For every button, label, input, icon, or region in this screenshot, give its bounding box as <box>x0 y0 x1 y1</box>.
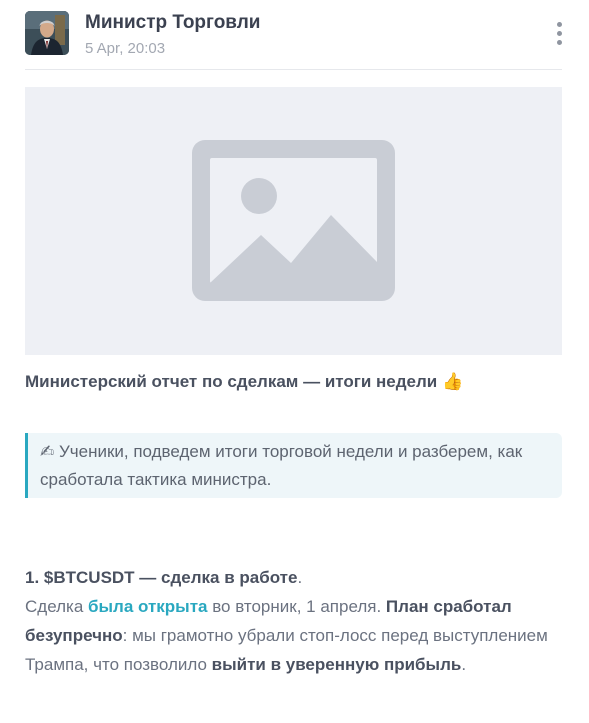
post-title-text: Министерский отчет по сделкам — итоги не… <box>25 372 438 391</box>
section-heading-end: . <box>297 568 303 587</box>
paragraph-bold-2: выйти в уверенную прибыль <box>211 655 462 674</box>
post-date: 5 Apr, 20:03 <box>85 40 166 57</box>
thumbs-up-icon: 👍 <box>441 372 464 391</box>
paragraph-text-2: во вторник, 1 апреля. <box>207 597 386 616</box>
post-image[interactable] <box>25 87 562 355</box>
paragraph-text-1: Сделка <box>25 597 88 616</box>
post-header: Министр Торговли 5 Apr, 20:03 <box>0 0 589 72</box>
opened-link[interactable]: была открыта <box>88 597 207 616</box>
header-divider <box>25 69 562 70</box>
section-heading-text: 1. $BTCUSDT — сделка в работе <box>25 568 298 587</box>
section-paragraph: Сделка была открыта во вторник, 1 апреля… <box>25 592 565 679</box>
post-title: Министерский отчет по сделкам — итоги не… <box>25 372 463 392</box>
more-vertical-icon[interactable] <box>553 22 567 46</box>
quote-text: ✍ Ученики, подведем итоги торговой недел… <box>40 442 523 489</box>
avatar-portrait <box>25 11 69 55</box>
avatar[interactable] <box>25 11 69 55</box>
author-name[interactable]: Министр Торговли <box>85 12 261 34</box>
quote-block: ✍ Ученики, подведем итоги торговой недел… <box>25 433 562 498</box>
section-heading: 1. $BTCUSDT — сделка в работе. <box>25 563 565 592</box>
paragraph-text-4: . <box>461 655 467 674</box>
post-content: 1. $BTCUSDT — сделка в работе. Сделка бы… <box>25 563 565 679</box>
image-placeholder-icon <box>192 140 395 301</box>
